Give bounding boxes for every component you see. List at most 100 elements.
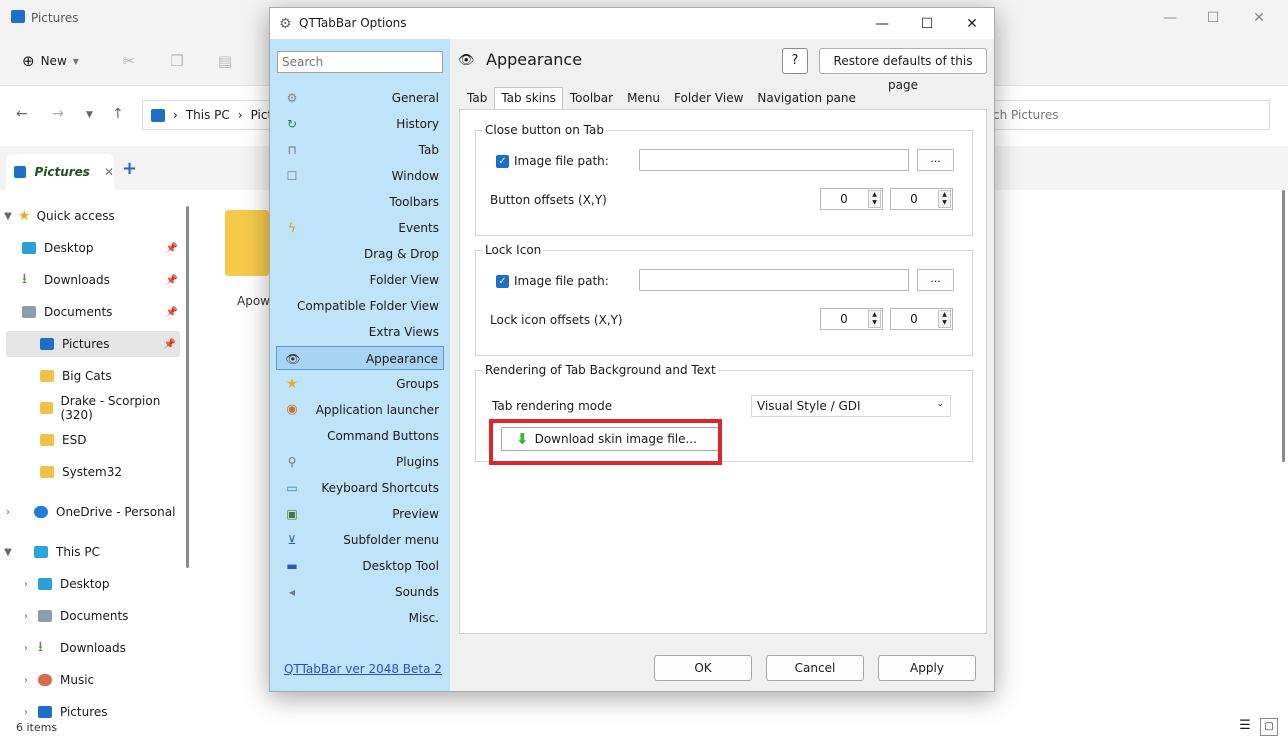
sidebar-item-pc-downloads[interactable]: › ⭳ Downloads xyxy=(0,635,182,661)
details-view-icon[interactable]: ☰ xyxy=(1236,718,1254,736)
nav-item-window[interactable]: ☐ Window xyxy=(276,164,444,188)
lock-browse-button[interactable]: ... xyxy=(917,269,954,291)
ok-button[interactable]: OK xyxy=(654,655,752,681)
sidebar-item-downloads[interactable]: ⭳ Downloads 📌 xyxy=(0,267,182,293)
sidebar-scrollbar[interactable] xyxy=(186,206,189,568)
nav-item-appearance[interactable]: 👁 Appearance xyxy=(276,346,444,370)
version-link[interactable]: QTTabBar ver 2048 Beta 2 xyxy=(284,662,442,676)
nav-item-plugins[interactable]: ⚲ Plugins xyxy=(276,450,444,474)
content-scrollbar[interactable] xyxy=(1282,190,1285,462)
sidebar-item-pictures[interactable]: Pictures 📌 xyxy=(6,331,180,357)
folder-label[interactable]: Apow xyxy=(237,294,270,308)
breadcrumb-this-pc[interactable]: This PC xyxy=(186,108,230,122)
minimize-icon[interactable]: — xyxy=(1160,8,1180,28)
new-button[interactable]: ⊕ New ▼ xyxy=(22,52,79,70)
options-search-input[interactable] xyxy=(277,51,443,73)
folder-icon[interactable] xyxy=(225,210,269,276)
close-image-checkbox[interactable]: ✓ xyxy=(496,155,509,168)
close-icon[interactable]: ✕ xyxy=(961,14,983,34)
cancel-button[interactable]: Cancel xyxy=(766,655,864,681)
large-icons-view-icon[interactable]: ▢ xyxy=(1260,718,1278,736)
explorer-tab-pictures[interactable]: Pictures ✕ xyxy=(6,154,114,190)
stepper-arrows-icon[interactable]: ▲ ▼ xyxy=(938,190,951,208)
sidebar-item-big-cats[interactable]: Big Cats xyxy=(0,363,182,389)
chevron-down-icon[interactable]: ▼ xyxy=(0,211,16,222)
lock-offset-x-stepper[interactable]: 0 ▲ ▼ xyxy=(820,308,883,330)
close-browse-button[interactable]: ... xyxy=(917,149,954,171)
sidebar-item-onedrive[interactable]: › OneDrive - Personal xyxy=(0,499,182,525)
chevron-down-icon[interactable]: ▼ xyxy=(0,547,16,558)
download-skin-button[interactable]: ⬇ Download skin image file... xyxy=(501,427,721,451)
nav-item-application-launcher[interactable]: ◉ Application launcher xyxy=(276,398,444,422)
chevron-right-icon[interactable]: › xyxy=(18,675,34,686)
close-image-path-input[interactable] xyxy=(639,149,909,171)
nav-item-general[interactable]: ⚙ General xyxy=(276,86,444,110)
address-bar[interactable]: › This PC › Pict xyxy=(142,100,282,130)
help-button[interactable]: ? xyxy=(782,48,808,74)
nav-item-compatible-folder-view[interactable]: Compatible Folder View xyxy=(276,294,444,318)
tab-menu[interactable]: Menu xyxy=(620,87,667,109)
close-icon[interactable]: ✕ xyxy=(1249,8,1269,28)
sidebar-item-pc-desktop[interactable]: › Desktop xyxy=(0,571,182,597)
tab-navigation-pane[interactable]: Navigation pane xyxy=(750,87,863,109)
stepper-arrows-icon[interactable]: ▲ ▼ xyxy=(938,310,951,328)
nav-item-subfolder-menu[interactable]: ⊻ Subfolder menu xyxy=(276,528,444,552)
apply-button[interactable]: Apply xyxy=(878,655,976,681)
nav-item-misc[interactable]: Misc. xyxy=(276,606,444,630)
close-offset-x-stepper[interactable]: 0 ▲ ▼ xyxy=(820,188,883,210)
chevron-right-icon[interactable]: › xyxy=(18,611,34,622)
stepper-arrows-icon[interactable]: ▲ ▼ xyxy=(868,310,881,328)
sidebar-item-documents[interactable]: Documents 📌 xyxy=(0,299,182,325)
sidebar-item-pc-documents[interactable]: › Documents xyxy=(0,603,182,629)
close-offset-y-stepper[interactable]: 0 ▲ ▼ xyxy=(890,188,953,210)
nav-item-folder-view[interactable]: Folder View xyxy=(276,268,444,292)
tab-tab-skins[interactable]: Tab skins xyxy=(494,87,563,111)
recent-chevron-icon[interactable]: ▼ xyxy=(86,110,93,120)
sidebar-item-esd[interactable]: ESD xyxy=(0,427,182,453)
minimize-icon[interactable]: — xyxy=(871,14,893,34)
nav-item-keyboard-shortcuts[interactable]: ▭ Keyboard Shortcuts xyxy=(276,476,444,500)
tab-toolbar[interactable]: Toolbar xyxy=(563,87,620,109)
nav-item-groups[interactable]: ★ Groups xyxy=(276,372,444,396)
nav-item-sounds[interactable]: ◂ Sounds xyxy=(276,580,444,604)
nav-item-tab[interactable]: ⊓ Tab xyxy=(276,138,444,162)
rendering-mode-select[interactable]: Visual Style / GDI ⌄ xyxy=(751,395,951,417)
cut-icon[interactable]: ✂ xyxy=(120,52,138,70)
nav-item-desktop-tool[interactable]: ▬ Desktop Tool xyxy=(276,554,444,578)
sidebar-item-system32[interactable]: System32 xyxy=(0,459,182,485)
lock-offset-y-stepper[interactable]: 0 ▲ ▼ xyxy=(890,308,953,330)
forward-arrow-icon[interactable]: → xyxy=(52,106,64,122)
nav-item-extra-views[interactable]: Extra Views xyxy=(276,320,444,344)
nav-item-history[interactable]: ↻ History xyxy=(276,112,444,136)
sidebar-item-desktop[interactable]: Desktop 📌 xyxy=(0,235,182,261)
stepper-arrows-icon[interactable]: ▲ ▼ xyxy=(868,190,881,208)
paste-icon[interactable]: ▤ xyxy=(216,52,234,70)
back-arrow-icon[interactable]: ← xyxy=(16,106,28,122)
sidebar-item-this-pc[interactable]: ▼ This PC xyxy=(0,539,182,565)
maximize-icon[interactable]: ☐ xyxy=(916,14,938,34)
chevron-right-icon[interactable]: › xyxy=(18,643,34,654)
nav-item-command-buttons[interactable]: Command Buttons xyxy=(276,424,444,448)
restore-defaults-button[interactable]: Restore defaults of this page xyxy=(819,48,987,92)
new-tab-icon[interactable]: + xyxy=(122,158,137,179)
lock-image-checkbox[interactable]: ✓ xyxy=(496,275,509,288)
pin-icon: 📌 xyxy=(165,306,178,318)
close-tab-icon[interactable]: ✕ xyxy=(104,165,114,179)
tab-tab[interactable]: Tab xyxy=(460,87,494,109)
lock-image-path-input[interactable] xyxy=(639,269,909,291)
nav-item-preview[interactable]: ▣ Preview xyxy=(276,502,444,526)
chevron-right-icon[interactable]: › xyxy=(0,507,16,518)
tab-folder-view[interactable]: Folder View xyxy=(667,87,750,109)
chevron-right-icon[interactable]: › xyxy=(18,707,34,718)
sidebar-item-drake-scorpion[interactable]: Drake - Scorpion (320) xyxy=(0,394,182,422)
nav-item-events[interactable]: ϟ Events xyxy=(276,216,444,240)
chevron-right-icon[interactable]: › xyxy=(18,579,34,590)
nav-item-drag-drop[interactable]: Drag & Drop xyxy=(276,242,444,266)
sidebar-item-pc-music[interactable]: › Music xyxy=(0,667,182,693)
explorer-search-input[interactable]: ch Pictures xyxy=(988,100,1270,130)
maximize-icon[interactable]: ☐ xyxy=(1203,8,1223,28)
nav-item-toolbars[interactable]: Toolbars xyxy=(276,190,444,214)
copy-icon[interactable]: ❐ xyxy=(168,52,186,70)
up-arrow-icon[interactable]: ↑ xyxy=(112,106,124,122)
sidebar-item-quick-access[interactable]: ▼ ★ Quick access xyxy=(0,203,182,229)
